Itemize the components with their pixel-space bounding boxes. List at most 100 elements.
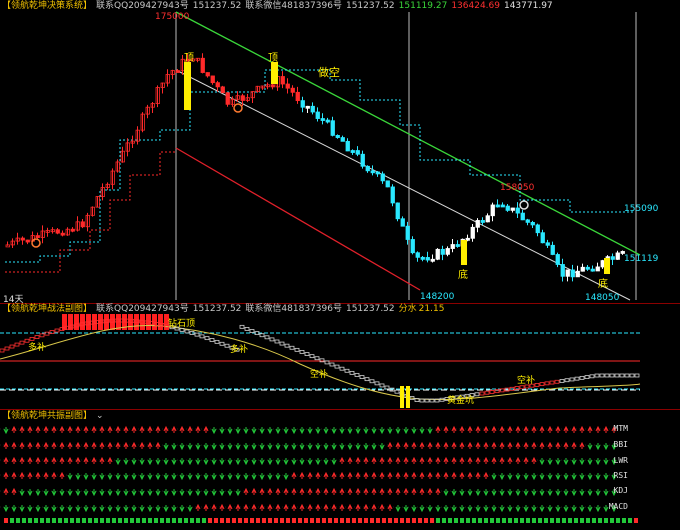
signal-arrow [99,505,105,513]
signal-arrow [363,471,369,479]
signal-arrow [531,505,537,513]
main-chart-pane[interactable]: 【领航乾坤决策系统】 联系QQ209427943号 151237.52 联系微信481… [0,0,680,305]
strategy-subchart-pane[interactable]: 【领航乾坤战法副图】 联系QQ209427943号 151237.52 联系微信481… [0,304,680,409]
signal-arrow [219,473,225,481]
high-price-label: 175000 [155,12,190,22]
signal-arrow [347,503,353,511]
signal-arrow [107,473,113,481]
bottom-strip-block [52,518,56,523]
signal-arrow [139,441,145,449]
signal-arrow [299,471,305,479]
signal-arrow [35,489,41,497]
candle-body [580,266,585,272]
signal-arrow [163,505,169,513]
signal-arrow [555,473,561,481]
ladder-box [374,381,380,386]
low-price-label: 148200 [420,292,455,302]
signal-arrow [387,503,393,511]
signal-arrow [475,441,481,449]
candle-body [225,92,230,105]
ladder-box [579,375,585,380]
candle-body [350,150,355,153]
candle-body [440,248,445,255]
signal-arrow [371,503,377,511]
ladder-box [0,348,5,353]
signal-arrow [155,489,161,497]
bottom-strip-block [424,518,428,523]
bottom-strip-block [58,518,62,523]
signal-arrow [435,425,441,433]
signal-arrow [563,489,569,497]
candle-body [375,171,380,175]
candle-body [365,165,370,172]
signal-arrow [523,489,529,497]
signal-arrow [283,487,289,495]
ladder-box [594,373,600,378]
signal-arrow [155,505,161,513]
ladder-box [264,335,270,340]
signal-arrow [227,489,233,497]
signal-arrow [99,489,105,497]
signal-arrow [331,471,337,479]
ladder-box [204,336,210,341]
label-gold-pit: 黄金坑 [447,396,475,406]
ladder-box [554,379,560,384]
signal-arrow [187,425,193,433]
signal-arrow [99,425,105,433]
signal-arrow [507,473,513,481]
signal-arrow [219,489,225,497]
signal-arrow [363,443,369,451]
signal-arrow [171,505,177,513]
signal-arrow [323,443,329,451]
ladder-box [199,334,205,339]
signal-arrow [427,505,433,513]
signal-arrow [483,441,489,449]
signal-arrow [563,425,569,433]
signal-arrow [515,473,521,481]
signal-arrow [163,458,169,466]
signal-arrow [43,441,49,449]
signal-arrow [3,456,9,464]
signal-arrow [187,505,193,513]
signal-arrow [403,427,409,435]
candle-body [615,252,620,260]
signal-arrow [467,456,473,464]
candle-body [330,120,335,136]
bottom-strip-block [514,518,518,523]
signal-arrow [355,487,361,495]
signal-arrow [467,505,473,513]
signal-arrow [195,443,201,451]
indicator-mtm: MTM [613,424,628,433]
signal-arrow [475,456,481,464]
signal-arrow [307,471,313,479]
candle-body [215,82,220,88]
signal-highlight-bar [604,258,610,274]
bottom-strip-block [328,518,332,523]
signal-arrow [427,471,433,479]
candle-body [315,111,320,119]
signal-arrow [83,425,89,433]
gold-pit-bar [400,386,404,408]
bottom-strip-block [112,518,116,523]
resonance-subchart-pane[interactable]: 【领航乾坤共振副图】 ⌄ MTM BBI LWR RSI KDJ MACD [0,410,680,530]
signal-arrow [251,487,257,495]
signal-arrow [459,425,465,433]
signal-arrow [539,489,545,497]
bottom-strip-block [166,518,170,523]
candle-body [370,170,375,174]
signal-arrow [379,443,385,451]
candle-body [590,268,595,272]
signal-arrow [259,503,265,511]
signal-arrow [547,458,553,466]
indicator-kdj: KDJ [613,486,628,495]
signal-arrow [403,487,409,495]
signal-arrow [163,425,169,433]
signal-arrow [195,489,201,497]
signal-arrow [211,473,217,481]
signal-arrow [555,425,561,433]
signal-arrow [483,471,489,479]
candle-body [335,135,340,138]
signal-arrow [211,503,217,511]
signal-arrow [339,503,345,511]
signal-arrow [499,441,505,449]
